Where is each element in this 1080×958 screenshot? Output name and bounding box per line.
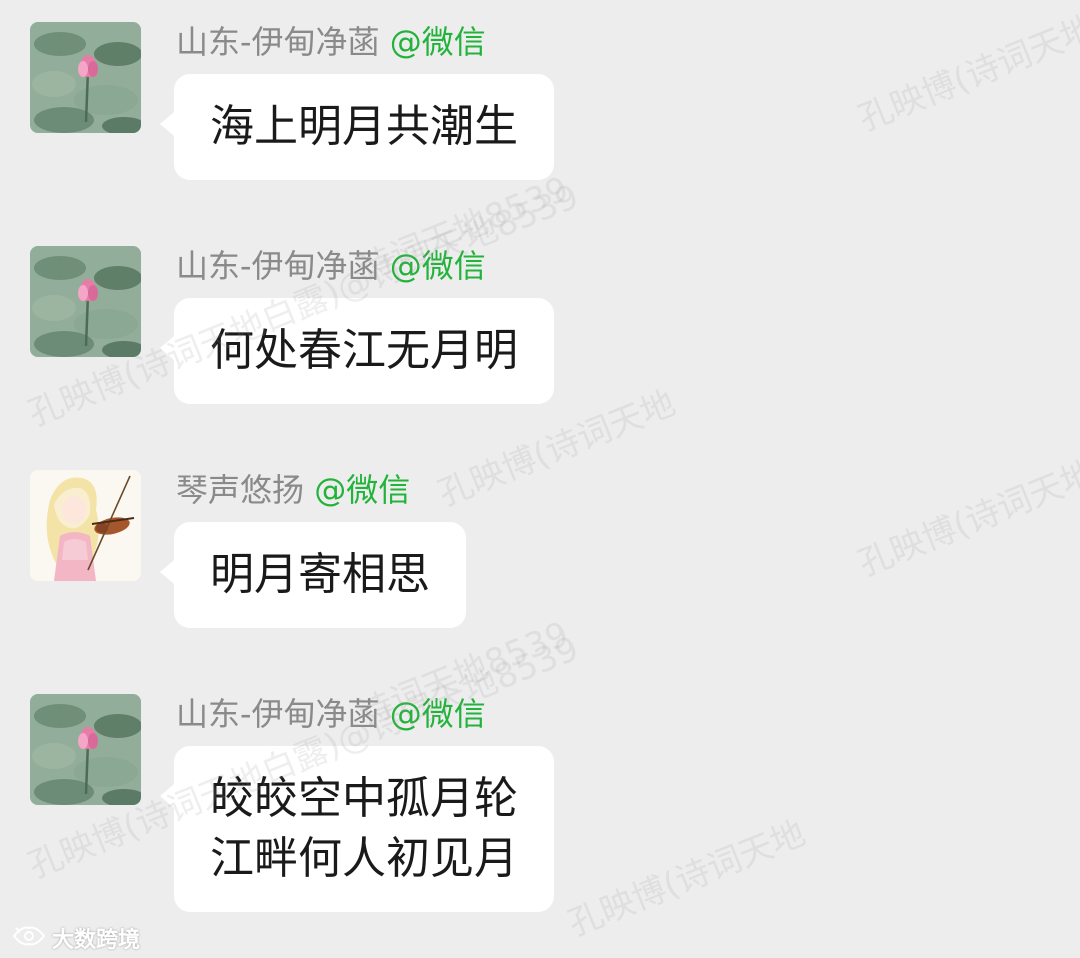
message-bubble[interactable]: 海上明月共潮生 xyxy=(160,74,554,180)
sender-row: 山东-伊甸净菡 @微信 xyxy=(176,22,486,62)
message-text: 皎皎空中孤月轮 xyxy=(210,773,518,824)
sender-name: 琴声悠扬 xyxy=(176,471,305,509)
violinist-girl-avatar-icon[interactable] xyxy=(30,470,141,581)
sender-row: 山东-伊甸净菡 @微信 xyxy=(176,694,486,734)
message-text: 明月寄相思 xyxy=(210,549,430,600)
sender-name: 山东-伊甸净菡 xyxy=(176,695,380,733)
message-bubble[interactable]: 明月寄相思 xyxy=(160,522,466,628)
message-text: 海上明月共潮生 xyxy=(210,101,518,152)
lotus-pond-avatar-icon[interactable] xyxy=(30,246,141,357)
watermark-text: 孔映博(诗词天地 xyxy=(852,453,1080,585)
watermark-text: 孔映博(诗词天地 xyxy=(852,8,1080,140)
message-bubble[interactable]: 何处春江无月明 xyxy=(160,298,554,404)
brand-watermark: 大数跨境 xyxy=(12,922,140,954)
source-tag: @微信 xyxy=(389,23,486,61)
source-tag: @微信 xyxy=(389,247,486,285)
lotus-pond-avatar-icon[interactable] xyxy=(30,694,141,805)
message-text: 江畔何人初见月 xyxy=(210,833,518,884)
source-tag: @微信 xyxy=(389,695,486,733)
message-text: 何处春江无月明 xyxy=(210,325,518,376)
sender-name: 山东-伊甸净菡 xyxy=(176,23,380,61)
lotus-pond-avatar-icon[interactable] xyxy=(30,22,141,133)
source-tag: @微信 xyxy=(314,471,411,509)
sender-row: 琴声悠扬 @微信 xyxy=(176,470,410,510)
watermark-text: 孔映博(诗词天地 xyxy=(562,813,811,945)
brand-text: 大数跨境 xyxy=(52,928,141,953)
weibo-eye-logo-icon xyxy=(12,924,46,952)
message-bubble[interactable]: 皎皎空中孤月轮 江畔何人初见月 xyxy=(160,746,554,912)
sender-name: 山东-伊甸净菡 xyxy=(176,247,380,285)
sender-row: 山东-伊甸净菡 @微信 xyxy=(176,246,486,286)
